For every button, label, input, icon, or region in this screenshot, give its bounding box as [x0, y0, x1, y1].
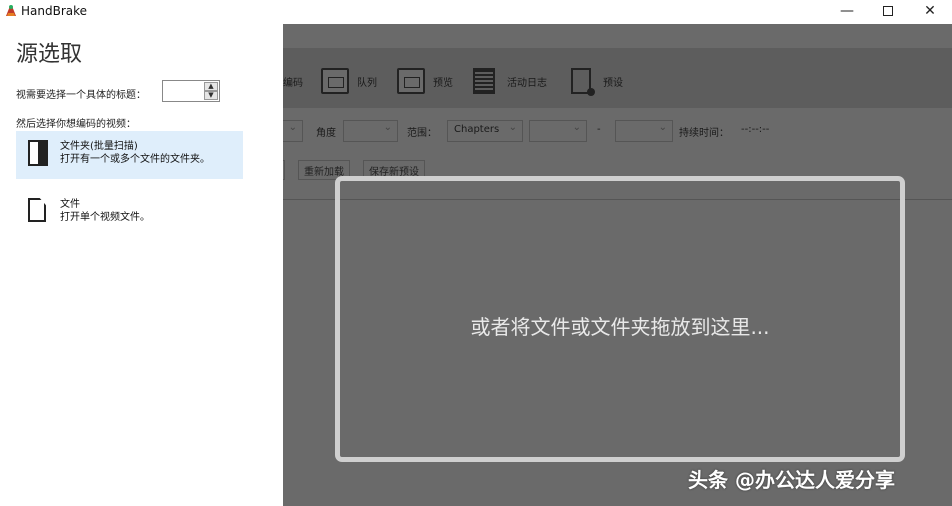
duration-label: 持续时间： [679, 128, 729, 139]
title-combo[interactable] [283, 120, 303, 142]
presets-label: 预设 [603, 77, 623, 89]
queue-button[interactable]: 队列 [321, 66, 377, 96]
activity-log-label: 活动日志 [507, 77, 547, 89]
title-number-stepper[interactable]: ▲ ▼ [162, 80, 220, 102]
folder-option-title: 文件夹(批量扫描) [60, 141, 138, 152]
stepper-up-icon[interactable]: ▲ [204, 82, 218, 91]
maximize-icon [883, 6, 893, 16]
activity-log-button[interactable]: 活动日志 [473, 66, 547, 96]
drop-zone-text: 或者将文件或文件夹拖放到这里... [470, 315, 770, 339]
edge-button [283, 160, 285, 180]
file-icon [28, 198, 48, 224]
title-select-label: 视需要选择一个具体的标题： [16, 90, 146, 101]
video-select-label: 然后选择你想编码的视频： [16, 119, 136, 130]
title-bar: HandBrake — ✕ [0, 0, 952, 24]
angle-label: 角度 [316, 128, 336, 139]
preview-label: 预览 [433, 77, 453, 89]
queue-icon [321, 68, 349, 94]
close-button[interactable]: ✕ [908, 0, 952, 24]
source-row: 角度 范围： Chapters - 持续时间： --:--:-- [283, 120, 952, 144]
range-combo[interactable]: Chapters [447, 120, 523, 142]
stepper-down-icon[interactable]: ▼ [204, 91, 218, 100]
range-start-combo[interactable] [529, 120, 587, 142]
drop-zone[interactable]: 或者将文件或文件夹拖放到这里... [335, 176, 905, 462]
folder-option-desc: 打开有一个或多个文件的文件夹。 [60, 154, 210, 165]
range-dash: - [597, 124, 601, 135]
panel-heading: 源选取 [16, 42, 83, 67]
range-end-combo[interactable] [615, 120, 673, 142]
encode-button[interactable]: 编码 [283, 66, 303, 96]
angle-combo[interactable] [343, 120, 398, 142]
preview-button[interactable]: 预览 [397, 66, 453, 96]
folder-icon [28, 140, 48, 166]
queue-label: 队列 [357, 77, 377, 89]
file-option-title: 文件 [60, 199, 80, 210]
activity-log-icon [473, 68, 495, 94]
watermark: 头条 @办公达人爱分享 [688, 468, 895, 492]
file-option-desc: 打开单个视频文件。 [60, 212, 150, 223]
minimize-button[interactable]: — [825, 0, 869, 24]
duration-value: --:--:-- [741, 124, 770, 135]
open-folder-option[interactable]: 文件夹(批量扫描) 打开有一个或多个文件的文件夹。 [16, 131, 243, 179]
toolbar: 编码 队列 预览 活动日志 预设 [283, 48, 952, 108]
presets-icon [571, 68, 595, 96]
presets-button[interactable]: 预设 [571, 66, 623, 96]
encode-label: 编码 [283, 77, 303, 89]
source-selection-panel: 源选取 视需要选择一个具体的标题： ▲ ▼ 然后选择你想编码的视频： 文件夹(批… [0, 24, 283, 506]
open-file-option[interactable]: 文件 打开单个视频文件。 [16, 189, 243, 237]
preview-icon [397, 68, 425, 94]
range-label: 范围： [407, 128, 437, 139]
range-value: Chapters [454, 124, 500, 135]
window-title: HandBrake [21, 4, 88, 18]
handbrake-logo-icon [6, 5, 16, 16]
maximize-button[interactable] [866, 0, 910, 24]
